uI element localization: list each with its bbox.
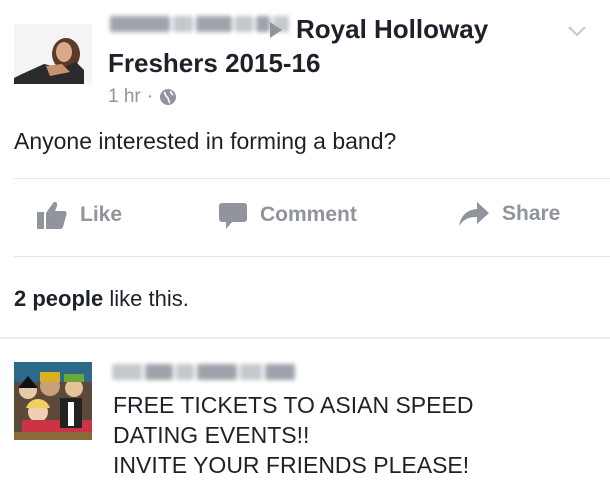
post-body-text: Anyone interested in forming a band? [14,128,397,154]
comment-line: INVITE YOUR FRIENDS PLEASE! [113,452,470,478]
share-label: Share [502,202,561,225]
like-button[interactable]: Like [36,200,122,230]
comment-label: Comment [260,203,357,226]
post-meta: 1 hr · [108,86,177,108]
posted-to-arrow-icon [270,22,282,38]
commenter-name-redacted[interactable] [112,364,295,380]
like-label: Like [80,203,123,226]
likes-summary[interactable]: 2 people like this. [14,286,189,312]
comment-line: FREE TICKETS TO ASIAN SPEED [113,392,474,418]
author-name-redacted[interactable] [110,16,289,32]
author-avatar[interactable] [14,24,92,84]
group-name-link-continued[interactable]: Freshers 2015-16 [108,46,320,80]
share-button[interactable]: Share [458,200,560,228]
meta-separator: · [146,86,154,107]
likes-count[interactable]: 2 people [14,286,103,311]
chevron-down-icon[interactable] [566,20,588,42]
share-arrow-icon [459,202,489,226]
group-name-link[interactable]: Royal Holloway [296,12,488,46]
comment-button[interactable]: Comment [218,200,357,230]
actions-divider [14,256,610,257]
thumbs-up-icon [37,202,67,229]
comments-divider [0,337,610,339]
globe-icon[interactable] [159,88,177,106]
comment-line: DATING EVENTS!! [113,422,310,448]
post-timestamp[interactable]: 1 hr [108,86,141,108]
post-divider [14,178,610,179]
facebook-post: Royal Holloway Freshers 2015-16 1 hr · A… [0,0,610,504]
commenter-avatar[interactable] [14,362,92,440]
comment-body-text: FREE TICKETS TO ASIAN SPEED DATING EVENT… [113,390,473,480]
likes-suffix: like this. [103,286,189,311]
comment-bubble-icon [219,203,247,229]
